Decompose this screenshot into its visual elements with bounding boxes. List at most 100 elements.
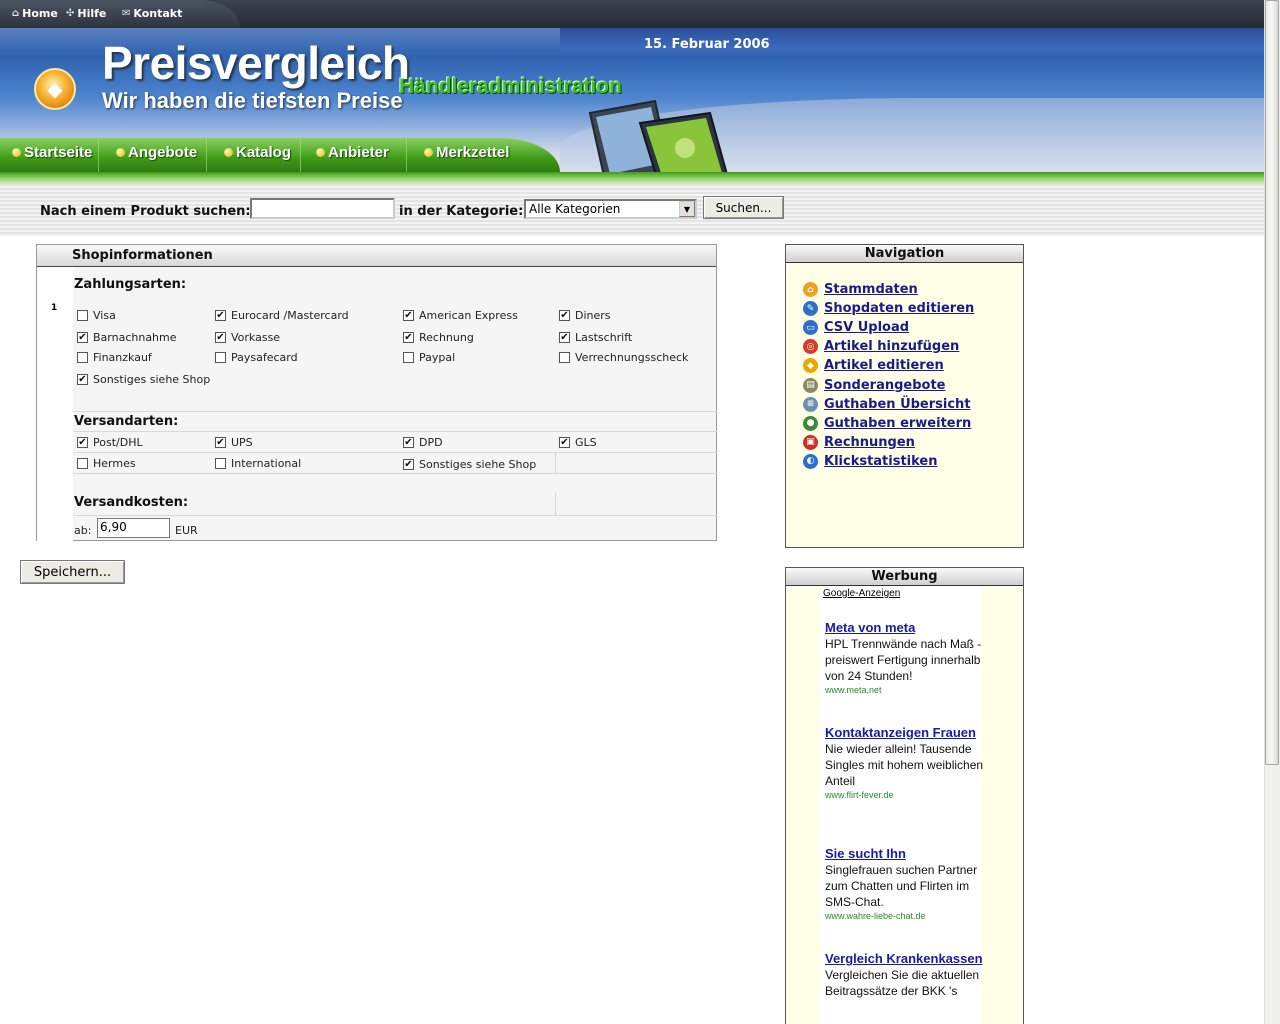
checkbox-label: UPS: [231, 436, 253, 449]
shipping-cost-input[interactable]: 6,90: [97, 518, 170, 538]
checkbox-checked[interactable]: ✔: [215, 437, 226, 448]
checkbox-option[interactable]: Paysafecard: [215, 351, 298, 364]
checkbox-unchecked[interactable]: [77, 310, 88, 321]
nav-item[interactable]: ◎ Artikel hinzufügen: [803, 339, 959, 355]
nav-angebote-label: Angebote: [128, 144, 198, 161]
cost-unit: EUR: [175, 524, 198, 537]
checkbox-checked[interactable]: ✔: [215, 332, 226, 343]
nav-item[interactable]: ▤ Sonderangebote: [803, 377, 946, 393]
nav-item-label[interactable]: Klickstatistiken: [824, 454, 938, 469]
checkbox-unchecked[interactable]: [403, 352, 414, 363]
top-link-home[interactable]: ⌂ Home: [12, 7, 58, 20]
checkbox-option[interactable]: ✔ Lastschrift: [559, 331, 632, 344]
nav-item-label[interactable]: CSV Upload: [824, 320, 909, 335]
category-select[interactable]: Alle Kategorien ▼: [524, 199, 697, 219]
ad-title[interactable]: Meta von meta: [825, 620, 985, 636]
ad-title[interactable]: Vergleich Krankenkassen: [825, 951, 985, 967]
checkbox-option[interactable]: ✔ American Express: [403, 309, 518, 322]
checkbox-label: DPD: [419, 436, 443, 449]
checkbox-option[interactable]: ✔ Rechnung: [403, 331, 474, 344]
nav-angebote[interactable]: Angebote: [116, 144, 197, 161]
checkbox-option[interactable]: ✔ Vorkasse: [215, 331, 280, 344]
nav-item-label[interactable]: Artikel hinzufügen: [824, 339, 959, 354]
save-button[interactable]: Speichern...: [20, 560, 125, 584]
checkbox-option[interactable]: International: [215, 457, 301, 470]
nav-item[interactable]: ✎ Shopdaten editieren: [803, 301, 974, 317]
checkbox-checked[interactable]: ✔: [215, 310, 226, 321]
nav-startseite[interactable]: Startseite: [12, 144, 92, 161]
checkbox-checked[interactable]: ✔: [77, 332, 88, 343]
nav-katalog[interactable]: Katalog: [224, 144, 291, 161]
nav-item[interactable]: ▭ CSV Upload: [803, 320, 909, 336]
ad-url[interactable]: www.wahre-liebe-chat.de: [825, 910, 985, 923]
ad-item: Kontaktanzeigen Frauen Nie wieder allein…: [825, 725, 985, 802]
nav-item[interactable]: ▣ Rechnungen: [803, 434, 915, 450]
checkbox-option[interactable]: ✔ Sonstiges siehe Shop: [77, 373, 210, 386]
checkbox-checked[interactable]: ✔: [403, 310, 414, 321]
navigation-title: Navigation: [786, 245, 1023, 263]
checkbox-unchecked[interactable]: [77, 352, 88, 363]
checkbox-checked[interactable]: ✔: [559, 332, 570, 343]
ad-title[interactable]: Sie sucht Ihn: [825, 846, 985, 862]
nav-item-label[interactable]: Guthaben Übersicht: [824, 397, 971, 412]
checkbox-checked[interactable]: ✔: [403, 332, 414, 343]
checkbox-checked[interactable]: ✔: [403, 459, 414, 470]
checkbox-unchecked[interactable]: [215, 352, 226, 363]
nav-item[interactable]: ● Guthaben erweitern: [803, 415, 971, 431]
checkbox-option[interactable]: ✔ Sonstiges siehe Shop: [403, 458, 536, 471]
checkbox-label: Vorkasse: [231, 331, 281, 344]
tag-icon: ▤: [803, 377, 818, 393]
checkbox-option[interactable]: ✔ Eurocard /Mastercard: [215, 309, 349, 322]
checkbox-checked[interactable]: ✔: [77, 374, 88, 385]
ad-body: Vergleichen Sie die aktuellen Beitragssä…: [825, 968, 980, 998]
nav-item-label[interactable]: Sonderangebote: [824, 378, 946, 393]
checkbox-option[interactable]: Visa: [77, 309, 116, 322]
checkbox-unchecked[interactable]: [215, 458, 226, 469]
brand-title: Preisvergleich: [102, 37, 410, 89]
checkbox-option[interactable]: ✔ DPD: [403, 436, 443, 449]
google-ads-label[interactable]: Google-Anzeigen: [823, 588, 900, 599]
nav-item[interactable]: ⌂ Stammdaten: [803, 282, 918, 297]
row-divider: [73, 452, 717, 453]
nav-separator: [300, 138, 301, 172]
nav-item-label[interactable]: Stammdaten: [824, 282, 918, 297]
checkbox-checked[interactable]: ✔: [559, 310, 570, 321]
top-link-contact[interactable]: ✉ Kontakt: [122, 7, 182, 20]
nav-item[interactable]: ◐ Klickstatistiken: [803, 453, 938, 469]
ad-title[interactable]: Kontaktanzeigen Frauen: [825, 725, 985, 741]
nav-item-label[interactable]: Shopdaten editieren: [824, 301, 974, 316]
search-button[interactable]: Suchen...: [703, 196, 784, 219]
chevron-down-icon[interactable]: ▼: [679, 201, 695, 217]
nav-item[interactable]: ◆ Artikel editieren: [803, 358, 944, 374]
checkbox-checked[interactable]: ✔: [77, 437, 88, 448]
scrollbar-thumb[interactable]: [1265, 0, 1279, 765]
checkbox-option[interactable]: ✔ Barnachnahme: [77, 331, 177, 344]
checkbox-checked[interactable]: ✔: [559, 437, 570, 448]
checkbox-unchecked[interactable]: [77, 458, 88, 469]
search-input[interactable]: [250, 198, 395, 219]
nav-item[interactable]: ≡ Guthaben Übersicht: [803, 396, 971, 412]
lifebuoy-icon: ◎: [803, 339, 818, 355]
nav-item-label[interactable]: Guthaben erweitern: [824, 416, 971, 431]
cell-divider: [555, 452, 556, 473]
nav-item-label[interactable]: Artikel editieren: [824, 358, 944, 373]
ad-url[interactable]: www.meta.net: [825, 684, 985, 697]
checkbox-unchecked[interactable]: [559, 352, 570, 363]
brand-subtitle: Wir haben die tiefsten Preise: [102, 88, 403, 113]
checkbox-option[interactable]: ✔ UPS: [215, 436, 253, 449]
checkbox-option[interactable]: ✔ Diners: [559, 309, 611, 322]
checkbox-option[interactable]: ✔ Post/DHL: [77, 436, 143, 449]
checkbox-option[interactable]: Hermes: [77, 457, 136, 470]
checkbox-option[interactable]: Verrechnungsscheck: [559, 351, 688, 364]
checkbox-option[interactable]: Paypal: [403, 351, 455, 364]
ad-url[interactable]: www.flirt-fever.de: [825, 789, 985, 802]
nav-item-label[interactable]: Rechnungen: [824, 435, 915, 450]
nav-merkzettel[interactable]: Merkzettel: [424, 144, 509, 161]
checkbox-option[interactable]: Finanzkauf: [77, 351, 152, 364]
bullet-icon: [224, 148, 233, 157]
checkbox-checked[interactable]: ✔: [403, 437, 414, 448]
help-icon: ✣: [66, 8, 75, 19]
checkbox-option[interactable]: ✔ GLS: [559, 436, 597, 449]
top-link-help[interactable]: ✣ Hilfe: [66, 7, 106, 20]
nav-anbieter[interactable]: Anbieter: [316, 144, 389, 161]
